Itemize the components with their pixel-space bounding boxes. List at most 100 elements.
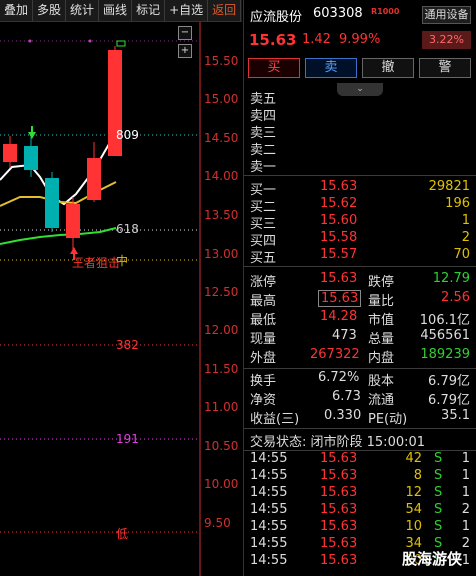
candle-4: [66, 197, 80, 252]
bid-row[interactable]: 买三 15.60 1: [250, 213, 472, 232]
ask-row[interactable]: 卖四: [250, 105, 472, 124]
signal-label: 王者狙击: [72, 256, 121, 270]
bid-row[interactable]: 买二 15.62 196: [250, 196, 472, 215]
divider: [244, 175, 476, 176]
tick-count: 1: [461, 468, 470, 483]
limit-marker: [116, 40, 126, 47]
bid-volume: 2: [461, 230, 470, 245]
statistics-button[interactable]: 统计: [66, 0, 100, 21]
sell-button[interactable]: 卖: [305, 58, 357, 78]
back-button[interactable]: 返回: [208, 0, 242, 21]
bid-row[interactable]: 买四 15.58 2: [250, 230, 472, 249]
ask-row[interactable]: 卖三: [250, 122, 472, 141]
divider: [244, 428, 476, 429]
tick-price: 15.63: [320, 519, 358, 534]
tick-row[interactable]: 14:55 15.63 54 S 2: [250, 502, 472, 519]
tick-count: 2: [461, 502, 470, 517]
price-tick: 9.50: [204, 516, 231, 530]
price-tick: 14.00: [204, 169, 239, 183]
stat-row: 外盘 267322 内盘 189239: [250, 347, 472, 366]
tick-price: 15.63: [320, 502, 358, 517]
bid-row[interactable]: 买一 15.63 29821: [250, 179, 472, 198]
tick-side: S: [434, 485, 443, 500]
tick-row[interactable]: 14:55 15.63 8 S 1: [250, 468, 472, 485]
stat-row: 最高 15.63 量比 2.56: [250, 290, 472, 309]
pe-label: PE(动): [368, 412, 408, 427]
tick-count: 1: [461, 553, 470, 568]
quote-panel: 应流股份 603308 R1000 通用设备 15.63 1.42 9.99% …: [243, 0, 476, 576]
watermark: 股海游侠: [402, 550, 463, 568]
tick-price: 15.63: [320, 536, 358, 551]
tick-volume: 12: [405, 485, 422, 500]
draw-line-button[interactable]: 画线: [99, 0, 133, 21]
bid-volume: 29821: [428, 179, 470, 194]
cancel-order-button[interactable]: 撤: [362, 58, 414, 78]
ask-label: 卖一: [250, 160, 277, 175]
outer-volume-value: 267322: [310, 347, 360, 362]
share-capital-label: 股本: [368, 374, 395, 389]
tick-volume: 8: [413, 468, 422, 483]
bid-label: 买五: [250, 251, 277, 266]
tick-row[interactable]: 14:55 15.63 10 S 1: [250, 519, 472, 536]
fib-191-label: 191: [116, 432, 139, 446]
stat-row: 最低 14.28 市值 106.1亿: [250, 309, 472, 328]
tick-side: S: [434, 468, 443, 483]
tick-price: 15.63: [320, 451, 358, 466]
sector-button[interactable]: 通用设备: [422, 6, 471, 24]
net-assets-value: 6.73: [332, 389, 361, 404]
tick-count: 2: [461, 536, 470, 551]
ask-row[interactable]: 卖二: [250, 139, 472, 158]
float-shares-value: 6.79亿: [428, 393, 470, 408]
zoom-out-button[interactable]: −: [178, 26, 192, 40]
ask-row[interactable]: 卖五: [250, 88, 472, 107]
share-capital-value: 6.79亿: [428, 374, 470, 389]
outer-volume-label: 外盘: [250, 351, 277, 366]
trade-status-row: 交易状态: 闭市阶段 15:00:01: [250, 431, 472, 450]
tick-volume: 42: [405, 451, 422, 466]
fib-382-label: 382: [116, 338, 139, 352]
add-watchlist-button[interactable]: +自选: [165, 0, 209, 21]
stat-row: 涨停 15.63 跌停 12.79: [250, 271, 472, 290]
current-volume-value: 473: [332, 328, 357, 343]
bid-row[interactable]: 买五 15.57 70: [250, 247, 472, 266]
stock-name: 应流股份: [250, 10, 303, 25]
price-tick: 14.50: [204, 131, 239, 145]
chart-toolbar: 叠加 多股 统计 画线 标记 +自选 返回: [0, 0, 242, 22]
alert-button[interactable]: 警: [419, 58, 471, 78]
kline-chart[interactable]: − + 809 618 中 382 191 低 王者狙击 15.50 15.00…: [0, 22, 242, 576]
low-label: 最低: [250, 313, 277, 328]
high-label: 最高: [250, 294, 277, 309]
price-tick: 12.50: [204, 285, 239, 299]
stat-row: 净资 6.73 流通 6.79亿: [250, 389, 472, 408]
bid-price: 15.63: [320, 179, 358, 194]
tick-side: S: [434, 451, 443, 466]
price-change-pct: 9.99%: [339, 32, 381, 47]
limit-up-label: 涨停: [250, 275, 277, 290]
multi-stock-button[interactable]: 多股: [33, 0, 67, 21]
ask-row[interactable]: 卖一: [250, 156, 472, 175]
tick-row[interactable]: 14:55 15.63 12 S 1: [250, 485, 472, 502]
tick-time: 14:55: [250, 502, 288, 517]
zoom-in-button[interactable]: +: [178, 44, 192, 58]
tick-side: S: [434, 502, 443, 517]
mark-button[interactable]: 标记: [132, 0, 166, 21]
tick-row[interactable]: 14:55 15.63 42 S 1: [250, 451, 472, 468]
bid-volume: 70: [453, 247, 470, 262]
green-down-arrow-icon: [28, 126, 36, 139]
divider: [244, 266, 476, 267]
tick-count: 1: [461, 451, 470, 466]
price-tick: 15.50: [204, 54, 239, 68]
price-tick: 10.50: [204, 439, 239, 453]
turnover-value: 6.72%: [318, 370, 360, 385]
tick-side: S: [434, 519, 443, 534]
tick-price: 15.63: [320, 468, 358, 483]
price-tick: 15.00: [204, 92, 239, 106]
tick-time: 14:55: [250, 519, 288, 534]
bid-volume: 1: [461, 213, 470, 228]
candle-3: [45, 172, 59, 232]
limit-up-value: 15.63: [320, 271, 358, 286]
overlay-button[interactable]: 叠加: [0, 0, 34, 21]
last-price: 15.63: [249, 31, 297, 49]
buy-button[interactable]: 买: [248, 58, 300, 78]
total-volume-label: 总量: [368, 332, 395, 347]
